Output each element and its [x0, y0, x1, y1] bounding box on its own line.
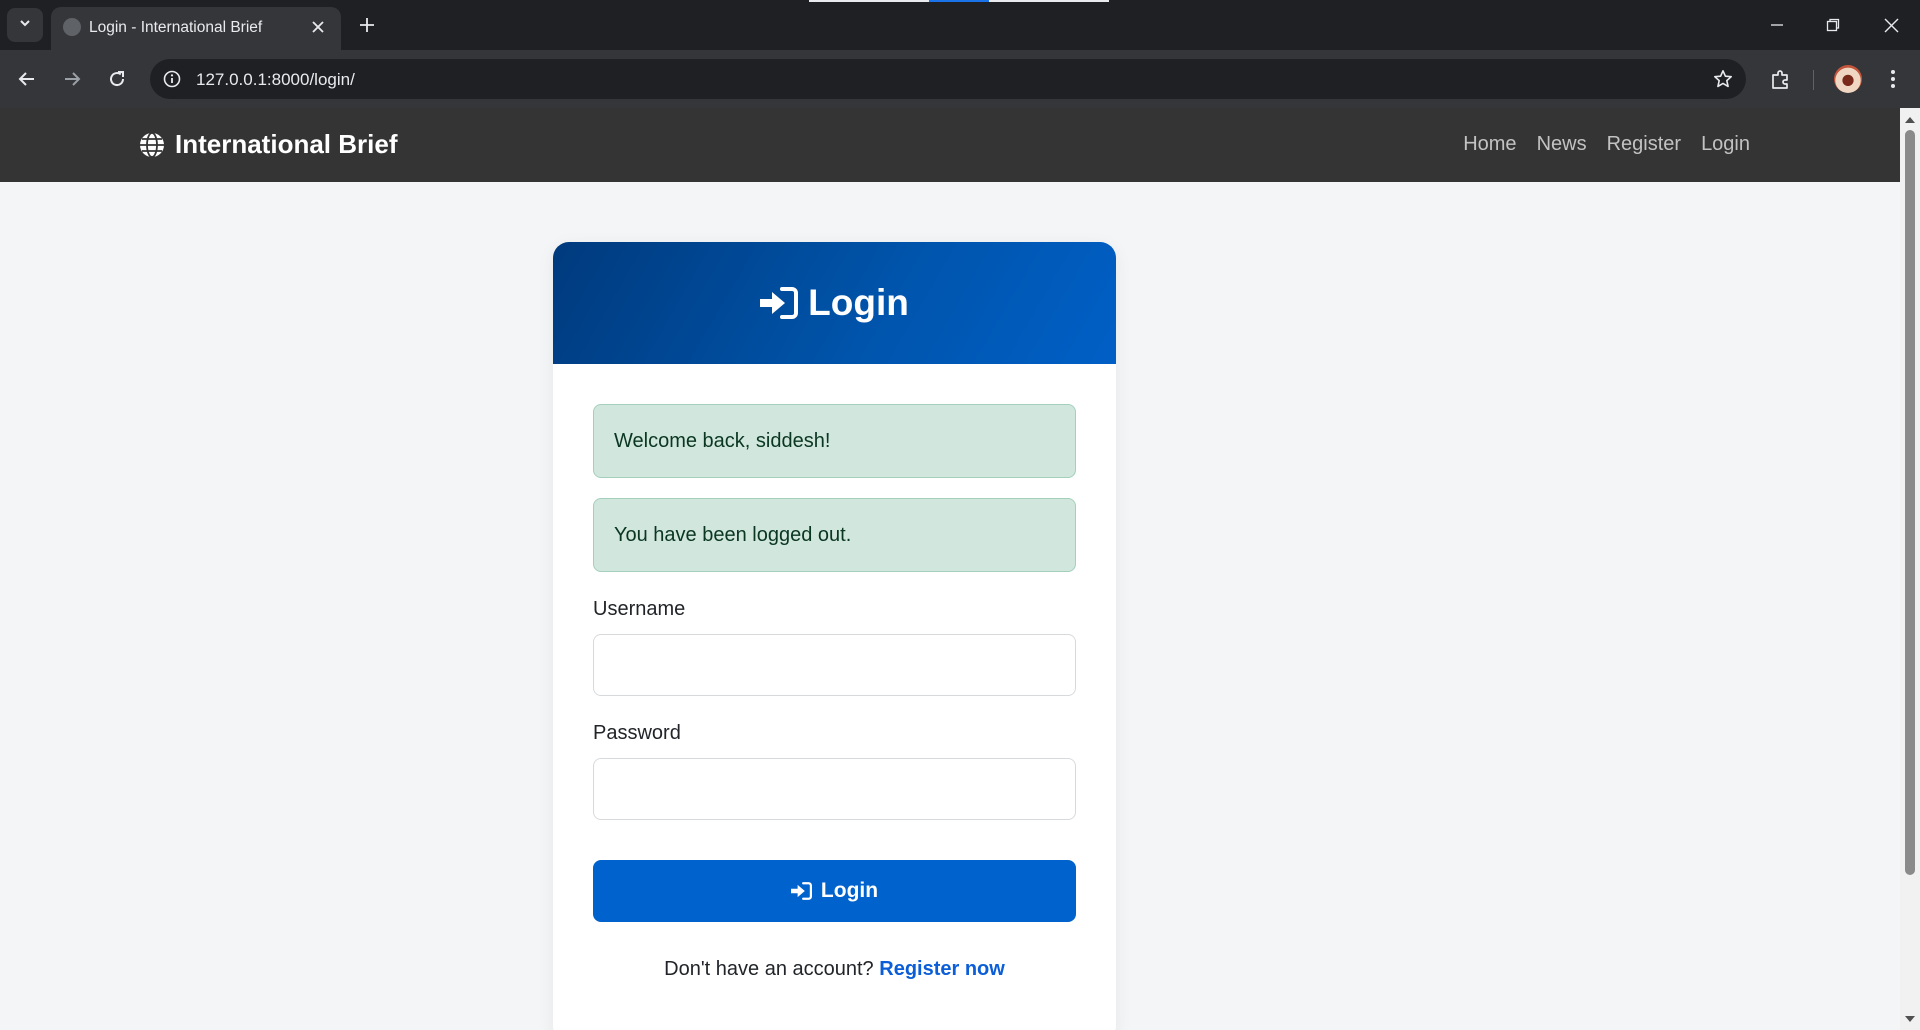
restore-button[interactable] — [1812, 8, 1854, 42]
star-icon — [1714, 70, 1732, 88]
window-close-icon — [1884, 18, 1898, 32]
username-input[interactable] — [593, 634, 1076, 696]
site-brand[interactable]: International Brief — [139, 129, 397, 160]
browser-menu-button[interactable] — [1876, 62, 1910, 96]
minimize-button[interactable] — [1756, 8, 1798, 42]
sign-in-icon — [790, 882, 812, 900]
restore-icon — [1826, 18, 1840, 32]
login-title: Login — [808, 282, 909, 323]
new-tab-button[interactable] — [353, 11, 381, 39]
login-submit-button[interactable]: Login — [593, 860, 1076, 922]
nav-news-link[interactable]: News — [1537, 133, 1587, 156]
extensions-icon — [1772, 70, 1788, 89]
back-button[interactable] — [10, 62, 44, 96]
kebab-menu-icon — [1891, 70, 1895, 88]
login-card: Login Welcome back, siddesh! You have be… — [553, 242, 1116, 1030]
reload-icon — [110, 71, 125, 87]
success-alert-logged-out: You have been logged out. — [593, 498, 1076, 572]
tab-title: Login - International Brief — [89, 19, 263, 36]
nav-login-link[interactable]: Login — [1701, 133, 1750, 156]
reload-button[interactable] — [100, 62, 134, 96]
tabstrip-accent-blue — [929, 0, 989, 2]
forward-arrow-icon — [65, 72, 81, 86]
login-submit-label: Login — [820, 879, 879, 902]
site-navbar: International Brief Home News Register L… — [0, 108, 1900, 182]
page-scrollbar[interactable] — [1900, 108, 1920, 1030]
success-alert-welcome: Welcome back, siddesh! — [593, 404, 1076, 478]
brand-name: International Brief — [175, 129, 398, 159]
nav-links: Home News Register Login — [1463, 133, 1750, 156]
nav-home-link[interactable]: Home — [1463, 133, 1516, 156]
close-icon — [312, 21, 324, 33]
browser-toolbar: 127.0.0.1:8000/login/ — [0, 50, 1920, 108]
sign-in-icon — [760, 287, 799, 319]
bookmark-button[interactable] — [1710, 66, 1736, 92]
chevron-down-icon — [18, 16, 32, 35]
scroll-up-arrow-icon[interactable] — [1905, 117, 1915, 123]
toolbar-separator — [1813, 70, 1814, 90]
forward-button[interactable] — [55, 62, 89, 96]
scroll-down-arrow-icon[interactable] — [1905, 1016, 1915, 1022]
tab-list-button[interactable] — [7, 8, 43, 42]
login-card-header: Login — [553, 242, 1116, 364]
url-text: 127.0.0.1:8000/login/ — [196, 70, 355, 89]
address-bar[interactable]: 127.0.0.1:8000/login/ — [150, 59, 1746, 99]
browser-tab-active[interactable]: Login - International Brief — [51, 7, 341, 50]
scrollbar-thumb[interactable] — [1905, 130, 1915, 875]
nav-register-link[interactable]: Register — [1607, 133, 1681, 156]
site-info-button[interactable] — [160, 67, 184, 91]
register-prompt-text: Don't have an account? — [664, 958, 874, 980]
globe-icon — [139, 131, 165, 158]
globe-favicon-icon — [63, 18, 81, 36]
minimize-icon — [1771, 24, 1783, 26]
info-icon — [163, 70, 181, 88]
password-label: Password — [593, 722, 681, 744]
profile-avatar[interactable] — [1834, 65, 1862, 93]
extensions-button[interactable] — [1764, 62, 1798, 96]
back-arrow-icon — [18, 72, 34, 86]
tab-close-button[interactable] — [306, 15, 330, 39]
password-input[interactable] — [593, 758, 1076, 820]
username-label: Username — [593, 598, 686, 620]
browser-tabstrip: Login - International Brief — [0, 0, 1920, 50]
window-close-button[interactable] — [1870, 8, 1912, 42]
plus-icon — [360, 18, 374, 32]
register-now-link[interactable]: Register now — [879, 958, 1005, 980]
register-prompt-line: Don't have an account? Register now — [553, 958, 1116, 981]
